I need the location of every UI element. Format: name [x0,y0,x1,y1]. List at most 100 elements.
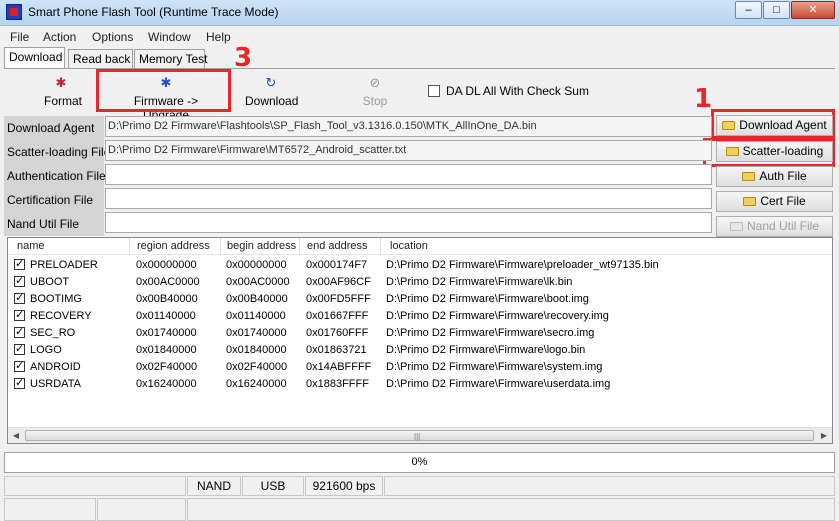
cert-file-button[interactable]: Cert File [716,191,833,212]
row-checkbox[interactable] [14,308,25,321]
row-end: 0x01863721 [306,344,367,356]
scatter-loading-button[interactable]: Scatter-loading [716,141,833,162]
row-location: D:\Primo D2 Firmware\Firmware\boot.img [386,293,589,305]
table-row[interactable]: SEC_RO 0x01740000 0x01740000 0x01760FFF … [8,325,832,342]
row-region: 0x16240000 [136,378,197,390]
row-name: USRDATA [30,378,81,390]
row-region: 0x01840000 [136,344,197,356]
row-name: UBOOT [30,276,70,288]
table-row[interactable]: ANDROID 0x02F40000 0x02F40000 0x14ABFFFF… [8,359,832,376]
format-button[interactable]: ✱ Format [44,75,82,109]
header-location[interactable]: location [390,240,428,252]
folder-icon [725,147,739,156]
row-checkbox[interactable] [14,274,25,287]
grip-icon: ||| [414,432,421,441]
table-row[interactable]: UBOOT 0x00AC0000 0x00AC0000 0x00AF96CF D… [8,274,832,291]
title-bar: Smart Phone Flash Tool (Runtime Trace Mo… [0,0,839,26]
row-location: D:\Primo D2 Firmware\Firmware\userdata.i… [386,378,611,390]
download-agent-label: Download Agent [7,121,95,135]
menu-help[interactable]: Help [206,30,231,44]
nand-util-file-field[interactable] [105,212,712,233]
row-checkbox[interactable] [14,291,25,304]
header-name[interactable]: name [17,240,45,252]
row-end: 0x000174F7 [306,259,368,271]
folder-icon [742,172,756,181]
row-location: D:\Primo D2 Firmware\Firmware\recovery.i… [386,310,609,322]
row-name: LOGO [30,344,62,356]
row-region: 0x01140000 [136,310,196,322]
row-region: 0x01740000 [136,327,197,339]
stop-icon: ⊘ [369,75,381,90]
scroll-right-arrow-icon[interactable]: ▶ [816,428,832,443]
scroll-left-arrow-icon[interactable]: ◀ [8,428,24,443]
table-row[interactable]: USRDATA 0x16240000 0x16240000 0x1883FFFF… [8,376,832,393]
table-row[interactable]: BOOTIMG 0x00B40000 0x00B40000 0x00FD5FFF… [8,291,832,308]
tab-memory-test[interactable]: Memory Test [134,49,207,68]
minimize-button[interactable]: – [735,1,762,19]
menu-file[interactable]: File [10,30,29,44]
close-button[interactable]: ✕ [791,1,835,19]
download-button[interactable]: ↻ Download [245,76,299,109]
nand-util-file-button-label: Nand Util File [746,219,820,233]
row-begin: 0x01840000 [226,344,287,356]
horizontal-scrollbar[interactable]: ◀ ||| ▶ [8,427,832,443]
header-begin-address[interactable]: begin address [227,240,296,252]
scrollbar-thumb[interactable]: ||| [25,430,814,441]
header-region-address[interactable]: region address [137,240,210,252]
header-separator [220,238,221,255]
header-separator [129,238,130,255]
checksum-option[interactable]: DA DL All With Check Sum [428,84,589,98]
table-row[interactable]: PRELOADER 0x00000000 0x00000000 0x000174… [8,257,832,274]
status-cell-low-2 [97,498,186,521]
tab-download[interactable]: Download [4,47,65,68]
cert-file-label: Certification File [7,193,94,207]
menu-options[interactable]: Options [92,30,133,44]
row-region: 0x00B40000 [136,293,198,305]
menu-bar: File Action Options Window Help [0,27,839,46]
scatter-loading-button-label: Scatter-loading [742,144,824,158]
row-begin: 0x02F40000 [226,361,288,373]
header-end-address[interactable]: end address [307,240,368,252]
folder-icon [743,197,757,206]
status-cell-low-3 [187,498,835,521]
row-checkbox[interactable] [14,257,25,270]
status-cell-empty [4,476,186,496]
download-agent-button-label: Download Agent [739,118,827,132]
stop-button[interactable]: ⊘ Stop [362,75,388,109]
download-label: Download [245,94,299,108]
table-row[interactable]: LOGO 0x01840000 0x01840000 0x01863721 D:… [8,342,832,359]
cert-file-button-label: Cert File [760,194,806,208]
progress-percent: 0% [411,456,428,468]
row-checkbox[interactable] [14,342,25,355]
row-checkbox[interactable] [14,359,25,372]
download-agent-button[interactable]: Download Agent [716,115,833,136]
checksum-label: DA DL All With Check Sum [446,84,589,98]
row-checkbox[interactable] [14,376,25,389]
menu-action[interactable]: Action [43,30,76,44]
maximize-button[interactable]: □ [763,1,790,19]
format-icon: ✱ [55,75,67,90]
row-begin: 0x01140000 [226,310,286,322]
download-agent-field[interactable]: D:\Primo D2 Firmware\Flashtools\SP_Flash… [105,116,712,137]
row-name: RECOVERY [30,310,92,322]
tab-read-back[interactable]: Read back [68,49,133,68]
nand-util-file-button[interactable]: Nand Util File [716,216,833,237]
row-name: ANDROID [30,361,81,373]
cert-file-field[interactable] [105,188,712,209]
row-begin: 0x00AC0000 [226,276,290,288]
row-name: PRELOADER [30,259,98,271]
checksum-checkbox[interactable] [428,85,440,97]
table-row[interactable]: RECOVERY 0x01140000 0x01140000 0x01667FF… [8,308,832,325]
row-begin: 0x00000000 [226,259,287,271]
status-baud-rate: 921600 bps [305,476,383,496]
row-begin: 0x01740000 [226,327,287,339]
auth-file-field[interactable] [105,164,712,185]
list-header: name region address begin address end ad… [8,238,832,255]
menu-window[interactable]: Window [148,30,191,44]
scatter-file-field[interactable]: D:\Primo D2 Firmware\Firmware\MT6572_And… [105,140,712,161]
auth-file-button[interactable]: Auth File [716,166,833,187]
app-icon [6,4,22,20]
row-end: 0x00FD5FFF [306,293,371,305]
row-checkbox[interactable] [14,325,25,338]
status-connection: USB [242,476,304,496]
